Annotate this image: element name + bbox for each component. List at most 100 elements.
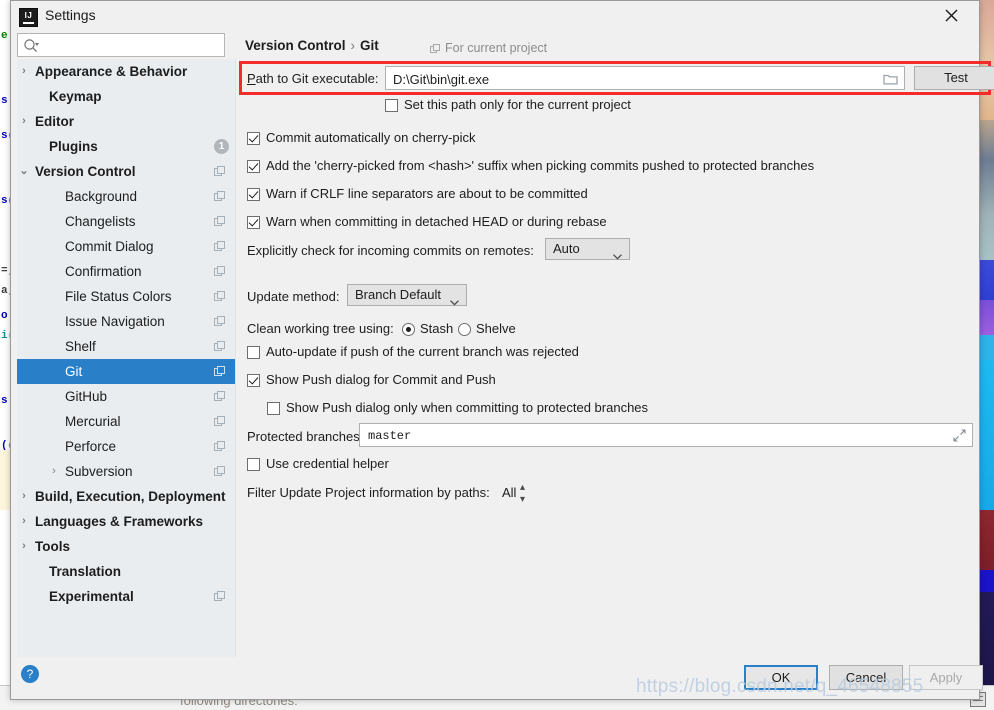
copy-settings-icon[interactable] <box>214 416 225 427</box>
breadcrumb: Version Control › Git <box>245 38 379 53</box>
sidebar-item-subversion[interactable]: › Subversion <box>17 459 235 484</box>
clean-working-tree-label: Clean working tree using: <box>247 321 394 336</box>
logo-text: IJ <box>24 11 33 20</box>
help-button[interactable]: ? <box>21 665 39 683</box>
update-method-select[interactable]: Branch Default <box>347 284 467 306</box>
copy-settings-icon[interactable] <box>214 216 225 227</box>
filter-paths-stepper[interactable]: ▴ ▾ <box>520 482 525 506</box>
copy-settings-icon[interactable] <box>214 341 225 352</box>
copy-settings-icon[interactable] <box>214 291 225 302</box>
apply-button[interactable]: Apply <box>909 665 983 690</box>
show-push-protected-checkbox[interactable] <box>267 402 280 415</box>
show-push-protected-label: Show Push dialog only when committing to… <box>286 400 649 415</box>
sidebar-item-confirmation[interactable]: Confirmation <box>17 259 235 284</box>
path-label-rest: ath to Git executable: <box>255 71 379 86</box>
copy-settings-icon[interactable] <box>214 466 225 477</box>
sidebar-item-tools[interactable]: › Tools <box>17 534 235 559</box>
breadcrumb-root[interactable]: Version Control <box>245 38 346 53</box>
search-icon <box>23 38 39 59</box>
settings-search[interactable] <box>17 33 225 59</box>
sidebar-item-editor[interactable]: › Editor <box>17 109 235 134</box>
expand-icon[interactable] <box>953 429 966 447</box>
incoming-commits-select[interactable]: Auto <box>545 238 630 260</box>
sidebar-item-background[interactable]: Background <box>17 184 235 209</box>
sidebar-item-label: Confirmation <box>65 264 142 279</box>
sidebar-item-file-status-colors[interactable]: File Status Colors <box>17 284 235 309</box>
sidebar-item-label: Commit Dialog <box>65 239 154 254</box>
sidebar-item-github[interactable]: GitHub <box>17 384 235 409</box>
copy-settings-icon[interactable] <box>214 316 225 327</box>
sidebar-item-label: Keymap <box>49 89 102 104</box>
copy-settings-icon[interactable] <box>214 391 225 402</box>
copy-settings-icon[interactable] <box>214 191 225 202</box>
sidebar-item-git[interactable]: Git <box>17 359 235 384</box>
sidebar-item-shelf[interactable]: Shelf <box>17 334 235 359</box>
sidebar-item-version-control[interactable]: ⌄ Version Control <box>17 159 235 184</box>
git-path-field[interactable] <box>385 66 905 91</box>
sidebar-item-issue-navigation[interactable]: Issue Navigation <box>17 309 235 334</box>
ok-button[interactable]: OK <box>744 665 818 690</box>
dialog-titlebar: IJ Settings <box>11 1 979 33</box>
sidebar-item-mercurial[interactable]: Mercurial <box>17 409 235 434</box>
close-button[interactable] <box>929 1 975 31</box>
chevron-right-icon[interactable]: › <box>17 59 31 84</box>
filter-paths-value[interactable]: All <box>502 485 516 500</box>
copy-settings-icon[interactable] <box>214 591 225 602</box>
intellij-logo-icon: IJ <box>19 8 38 27</box>
chevron-down-icon[interactable]: ⌄ <box>17 159 31 184</box>
close-icon <box>945 9 958 22</box>
sidebar-item-label: Translation <box>49 564 122 579</box>
sidebar-item-badge: 1 <box>214 139 229 154</box>
clean-tree-shelve-radio[interactable] <box>458 323 471 336</box>
incoming-commits-label: Explicitly check for incoming commits on… <box>247 243 534 258</box>
cancel-button[interactable]: Cancel <box>829 665 903 690</box>
copy-settings-icon[interactable] <box>214 166 225 177</box>
warn-crlf-checkbox[interactable] <box>247 188 260 201</box>
sidebar-item-translation[interactable]: Translation <box>17 559 235 584</box>
sidebar-item-build-execution-deployment[interactable]: › Build, Execution, Deployment <box>17 484 235 509</box>
update-method-value: Branch Default <box>355 287 441 302</box>
chevron-right-icon[interactable]: › <box>17 484 31 509</box>
copy-settings-icon[interactable] <box>214 266 225 277</box>
sidebar-item-commit-dialog[interactable]: Commit Dialog <box>17 234 235 259</box>
sidebar-item-plugins[interactable]: Plugins 1 <box>17 134 235 159</box>
sidebar-item-appearance-behavior[interactable]: › Appearance & Behavior <box>17 59 235 84</box>
show-push-dialog-checkbox[interactable] <box>247 374 260 387</box>
protected-branches-input[interactable] <box>366 424 944 448</box>
warn-detached-head-checkbox[interactable] <box>247 216 260 229</box>
sidebar-item-label: Shelf <box>65 339 96 354</box>
dialog-footer: ? OK Cancel Apply <box>11 657 983 699</box>
chevron-right-icon[interactable]: › <box>17 509 31 534</box>
add-suffix-checkbox[interactable] <box>247 160 260 173</box>
copy-settings-icon[interactable] <box>214 441 225 452</box>
warn-detached-head-label: Warn when committing in detached HEAD or… <box>266 214 607 229</box>
sidebar-item-label: Perforce <box>65 439 117 454</box>
clean-tree-stash-radio[interactable] <box>402 323 415 336</box>
show-push-dialog-label: Show Push dialog for Commit and Push <box>266 372 496 387</box>
search-input[interactable] <box>46 34 221 58</box>
copy-settings-icon[interactable] <box>214 366 225 377</box>
settings-category-tree[interactable]: › Appearance & Behavior Keymap › Editor Plugi… <box>17 59 236 659</box>
protected-branches-field[interactable] <box>359 423 973 448</box>
copy-settings-icon[interactable] <box>214 241 225 252</box>
sidebar-item-languages-frameworks[interactable]: › Languages & Frameworks <box>17 509 235 534</box>
warn-crlf-label: Warn if CRLF line separators are about t… <box>266 186 588 201</box>
sidebar-item-perforce[interactable]: Perforce <box>17 434 235 459</box>
test-button[interactable]: Test <box>914 66 994 90</box>
chevron-right-icon[interactable]: › <box>17 534 31 559</box>
set-path-current-project-checkbox[interactable] <box>385 99 398 112</box>
sidebar-item-label: Git <box>65 364 83 379</box>
sidebar-item-experimental[interactable]: Experimental <box>17 584 235 609</box>
auto-update-rejected-checkbox[interactable] <box>247 346 260 359</box>
folder-icon[interactable] <box>883 72 898 90</box>
sidebar-item-label: Build, Execution, Deployment <box>35 489 226 504</box>
incoming-commits-value: Auto <box>553 241 580 256</box>
sidebar-item-changelists[interactable]: Changelists <box>17 209 235 234</box>
sidebar-item-keymap[interactable]: Keymap <box>17 84 235 109</box>
chevron-right-icon[interactable]: › <box>47 459 61 484</box>
clean-tree-stash-label: Stash <box>420 321 454 336</box>
commit-auto-cherry-pick-checkbox[interactable] <box>247 132 260 145</box>
use-credential-helper-checkbox[interactable] <box>247 458 260 471</box>
git-path-input[interactable] <box>391 67 878 91</box>
chevron-right-icon[interactable]: › <box>17 109 31 134</box>
